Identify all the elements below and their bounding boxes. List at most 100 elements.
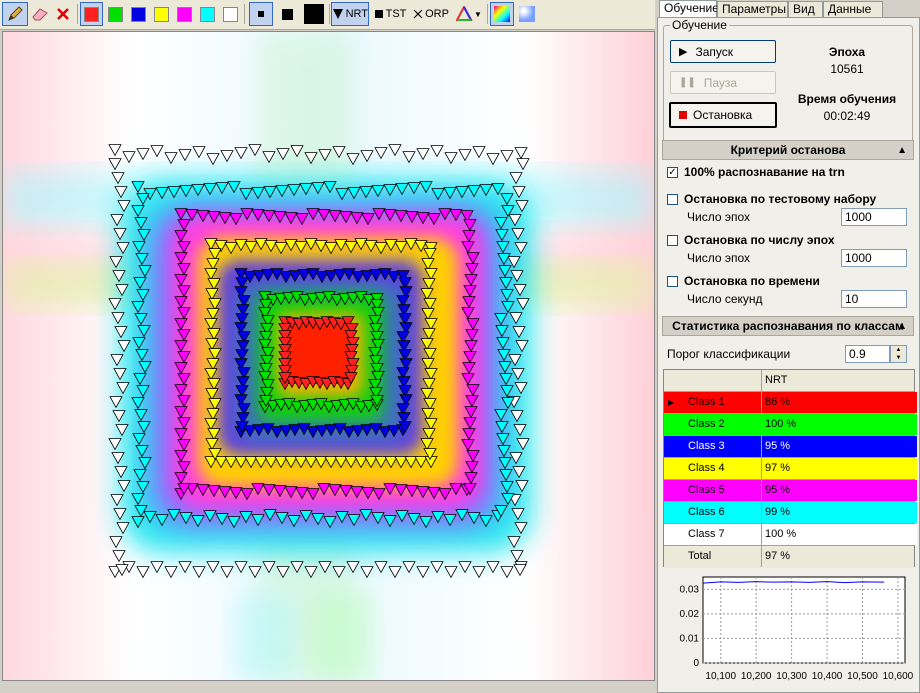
brush-large-icon[interactable] xyxy=(300,2,327,26)
scatter-icon xyxy=(519,6,535,22)
classification-canvas[interactable] xyxy=(2,31,655,681)
square-icon xyxy=(374,10,383,18)
checkbox-epoch-count[interactable] xyxy=(667,235,678,246)
rgb-triangle-icon xyxy=(456,6,473,21)
triangle-down-icon xyxy=(333,9,343,19)
class-value: 97 % xyxy=(762,458,917,479)
class-stats-header[interactable]: Статистика распознавания по классам ▲ xyxy=(662,316,914,336)
grid-class-row[interactable]: Class 4 97 % xyxy=(664,458,917,480)
class-value: 86 % xyxy=(762,392,917,413)
color-triangle-dropdown[interactable]: ▼ xyxy=(454,2,484,26)
epoch-title: Эпоха xyxy=(828,45,866,59)
total-label: Total xyxy=(664,546,762,567)
training-group-title: Обучение xyxy=(670,18,729,32)
nrt-toggle[interactable]: NRT xyxy=(331,2,369,26)
tab-view[interactable]: Вид xyxy=(788,1,823,17)
tst-toggle[interactable]: TST xyxy=(371,2,409,26)
toolbar: NRT TST ORP ▼ xyxy=(0,0,655,30)
eraser-icon[interactable] xyxy=(29,2,51,26)
orp-label: ORP xyxy=(425,8,449,20)
y-tick-label: 0 xyxy=(693,658,699,669)
threshold-input[interactable]: 0.9 xyxy=(845,345,890,363)
delete-icon[interactable] xyxy=(52,2,74,26)
color-map-toggle[interactable] xyxy=(490,2,514,26)
class-value: 95 % xyxy=(762,480,917,501)
x-tick-label: 10,200 xyxy=(741,671,772,682)
stop-criteria-title: Критерий останова xyxy=(730,143,846,157)
x-tick-label: 10,400 xyxy=(812,671,843,682)
class-name: Class 2 xyxy=(664,414,762,435)
opt-time-sub: Число секунд xyxy=(687,292,763,306)
x-tick-label: 10,300 xyxy=(776,671,807,682)
row-selector-icon: ▶ xyxy=(668,398,675,407)
training-time-title: Время обучения xyxy=(797,92,897,106)
plot-area xyxy=(702,576,906,664)
class-name: Class 6 xyxy=(664,502,762,523)
stop-button[interactable]: Остановка xyxy=(669,102,777,128)
opt-test-set-label: Остановка по тестовому набору xyxy=(684,192,877,206)
tab-parameters[interactable]: Параметры xyxy=(717,1,788,17)
training-time-value: 00:02:49 xyxy=(823,109,871,123)
pause-label: Пауза xyxy=(703,75,738,90)
classification-map[interactable] xyxy=(3,32,654,680)
collapse-icon: ▲ xyxy=(897,321,907,332)
pencil-icon[interactable] xyxy=(2,2,28,26)
grid-col-nrt: NRT xyxy=(765,374,788,386)
grid-class-row[interactable]: Class 1 ▶ 86 % xyxy=(664,392,917,414)
color-yellow-swatch[interactable] xyxy=(150,2,172,26)
brush-small-icon[interactable] xyxy=(249,2,273,26)
collapse-icon: ▲ xyxy=(897,145,907,156)
class-name: Class 1 ▶ xyxy=(664,392,762,413)
play-icon: ▶ xyxy=(679,46,688,58)
training-group: Обучение ▶ Запуск ❚❚ Пауза Остановка Эпо… xyxy=(663,18,913,151)
seconds-input[interactable]: 10 xyxy=(841,290,907,308)
grid-header: NRT xyxy=(664,370,914,392)
y-tick-label: 0.03 xyxy=(680,584,700,595)
error-chart: 0.03 0.02 0.01 0 10,100 10,200 10,300 10,400 10,… xyxy=(663,569,914,689)
class-name: Class 7 xyxy=(664,524,762,545)
threshold-spinner[interactable]: ▲ ▼ xyxy=(890,345,907,363)
start-button[interactable]: ▶ Запуск xyxy=(670,40,776,63)
class-stats-title: Статистика распознавания по классам xyxy=(672,319,904,333)
epoch-count-input[interactable]: 1000 xyxy=(841,249,907,267)
class-name: Class 3 xyxy=(664,436,762,457)
color-white-swatch[interactable] xyxy=(219,2,241,26)
grid-class-row[interactable]: Class 2 100 % xyxy=(664,414,917,436)
tab-training[interactable]: Обучение xyxy=(659,0,719,18)
opt-epoch-count-sub: Число эпох xyxy=(687,251,751,265)
chevron-down-icon: ▼ xyxy=(474,9,482,19)
test-set-epochs-input[interactable]: 1000 xyxy=(841,208,907,226)
training-tab-body: Обучение ▶ Запуск ❚❚ Пауза Остановка Эпо… xyxy=(657,17,920,693)
checkbox-100-recognition[interactable]: ✓ xyxy=(667,167,678,178)
opt-time-label: Остановка по времени xyxy=(684,274,820,288)
total-value: 97 % xyxy=(765,550,791,562)
nrt-label: NRT xyxy=(345,8,368,20)
color-blue-swatch[interactable] xyxy=(127,2,149,26)
scatter-toggle[interactable] xyxy=(516,2,538,26)
brush-medium-icon[interactable] xyxy=(276,2,298,26)
color-red-swatch[interactable] xyxy=(80,2,103,26)
class-value: 100 % xyxy=(762,524,917,545)
color-green-swatch[interactable] xyxy=(104,2,126,26)
opt-100-recognition-label: 100% распознавание на trn xyxy=(684,165,845,179)
stop-criteria-header[interactable]: Критерий останова ▲ xyxy=(662,140,914,160)
checkbox-time[interactable] xyxy=(667,276,678,287)
class-value: 95 % xyxy=(762,436,917,457)
grid-class-row[interactable]: Class 6 99 % xyxy=(664,502,917,524)
stop-icon xyxy=(679,111,687,119)
pause-button[interactable]: ❚❚ Пауза xyxy=(670,71,776,94)
color-magenta-swatch[interactable] xyxy=(173,2,195,26)
grid-class-row[interactable]: Class 5 95 % xyxy=(664,480,917,502)
cross-icon xyxy=(413,9,423,19)
stop-label: Остановка xyxy=(693,108,753,122)
grid-total-row: Total 97 % xyxy=(664,546,914,568)
grid-class-row[interactable]: Class 3 95 % xyxy=(664,436,917,458)
y-tick-label: 0.02 xyxy=(680,609,700,620)
grid-class-row[interactable]: Class 7 100 % xyxy=(664,524,917,546)
tab-data[interactable]: Данные xyxy=(823,1,883,17)
color-swatch xyxy=(84,6,99,22)
checkbox-test-set[interactable] xyxy=(667,194,678,205)
error-chart-svg: 0.03 0.02 0.01 0 10,100 10,200 10,300 10,400 10,… xyxy=(680,576,914,682)
color-cyan-swatch[interactable] xyxy=(196,2,218,26)
orp-toggle[interactable]: ORP xyxy=(411,2,451,26)
